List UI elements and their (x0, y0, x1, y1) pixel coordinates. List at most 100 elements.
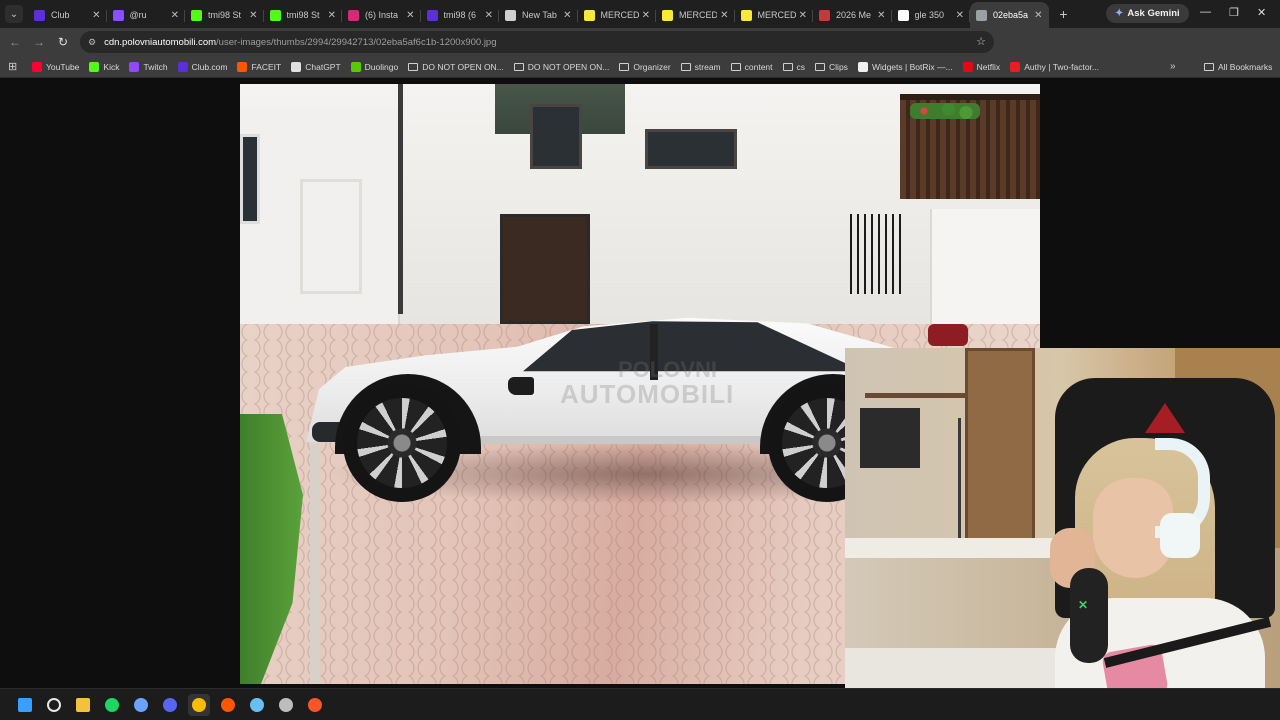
tab-favicon-icon (426, 9, 438, 21)
close-window-icon[interactable]: ✕ (1257, 6, 1266, 19)
tab-8[interactable]: MERCED ✕ (578, 2, 657, 28)
tab-title: 2026 Me (836, 10, 872, 20)
bookmark-label: Widgets | BotRix —... (871, 61, 953, 72)
faceit-icon[interactable] (217, 694, 239, 716)
tab-close-icon[interactable]: ✕ (563, 10, 571, 21)
bookmark-item[interactable]: Widgets | BotRix —... (857, 61, 953, 72)
window (530, 104, 582, 169)
discord-icon[interactable] (159, 694, 181, 716)
chrome-icon[interactable] (187, 693, 210, 716)
bookmark-item[interactable]: DO NOT OPEN ON... (408, 62, 504, 72)
tab-7[interactable]: New Tab ✕ (499, 2, 578, 28)
tab-5[interactable]: (6) Insta ✕ (342, 2, 421, 28)
browser-toolbar: ← → ↻ ⚙ cdn.polovniautomobili.com/user-i… (0, 28, 1280, 75)
tab-12[interactable]: gle 350 ✕ (892, 2, 971, 28)
brave-icon[interactable] (304, 694, 326, 716)
tab-6[interactable]: tmi98 (6 ✕ (421, 2, 500, 28)
folder-icon (513, 62, 524, 71)
apps-grid-icon[interactable]: ⊞ (8, 60, 22, 73)
all-bookmarks[interactable]: All Bookmarks (1204, 62, 1272, 72)
tab-10[interactable]: MERCED ✕ (735, 2, 814, 28)
bookmark-label: Authy | Two-factor... (1024, 61, 1099, 72)
tab-search-button[interactable]: ⌄ (5, 5, 23, 23)
bookmark-item[interactable]: Netflix (962, 61, 1000, 72)
tab-close-icon[interactable]: ✕ (642, 10, 650, 21)
bookmark-item[interactable]: Duolingo (350, 61, 398, 72)
spotify-icon[interactable] (101, 694, 123, 716)
new-tab-button[interactable]: + (1053, 6, 1075, 22)
tab-favicon-icon (348, 9, 359, 21)
bookmarks-overflow-icon[interactable]: » (1170, 61, 1176, 72)
tab-close-icon[interactable]: ✕ (249, 10, 257, 21)
app-icon-2[interactable] (275, 694, 297, 716)
tab-title: MERCED (757, 10, 796, 20)
bookmark-item[interactable]: Authy | Two-factor... (1010, 61, 1099, 72)
chrome-icon-glyph (191, 697, 206, 712)
tab-close-icon[interactable]: ✕ (406, 10, 414, 21)
house-tower (240, 109, 400, 334)
tab-close-icon[interactable]: ✕ (877, 10, 885, 21)
tab-favicon-icon (819, 9, 830, 21)
windows-start-icon[interactable] (14, 694, 36, 716)
tab-13[interactable]: 02eba5a ✕ (970, 2, 1049, 28)
folder-icon (815, 62, 826, 71)
bookmark-item[interactable]: Club.com (177, 61, 227, 72)
tab-2[interactable]: @ru ✕ (107, 2, 186, 28)
bookmark-item[interactable]: Clips (815, 62, 848, 72)
minimize-icon[interactable]: — (1200, 6, 1211, 18)
tab-close-icon[interactable]: ✕ (92, 10, 100, 21)
tab-title: tmi98 (6 (443, 10, 477, 20)
folder-icon (408, 62, 419, 71)
app-icon[interactable] (130, 694, 152, 716)
address-bar[interactable]: ⚙ cdn.polovniautomobili.com/user-images/… (80, 31, 994, 53)
reload-icon[interactable]: ↻ (51, 35, 75, 49)
bookmark-item[interactable]: Organizer (619, 62, 671, 72)
url-host: cdn.polovniautomobili.com (104, 36, 217, 48)
bookmark-item[interactable]: ChatGPT (291, 61, 341, 72)
tab-close-icon[interactable]: ✕ (956, 10, 964, 21)
bookmark-item[interactable]: cs (782, 62, 805, 72)
front-wheel (343, 384, 461, 502)
tab-title: @ru (129, 10, 147, 20)
drain-pipe (398, 84, 403, 314)
back-icon[interactable]: ← (3, 35, 27, 49)
site-info-icon[interactable]: ⚙ (88, 37, 96, 48)
tab-close-icon[interactable]: ✕ (720, 10, 728, 21)
bookmark-item[interactable]: stream (680, 62, 721, 72)
file-explorer-icon-glyph (75, 697, 90, 712)
bookmark-item[interactable]: DO NOT OPEN ON... (513, 62, 609, 72)
bookmark-favicon-icon (32, 61, 42, 72)
ask-gemini-button[interactable]: ✦ Ask Gemini (1106, 4, 1189, 23)
discord-icon-glyph (162, 697, 177, 712)
tab-title: tmi98 St (208, 10, 242, 20)
bookmark-item[interactable]: content (730, 62, 773, 72)
bookmark-favicon-icon (291, 61, 302, 72)
maximize-icon[interactable]: ❐ (1229, 6, 1239, 19)
tab-4[interactable]: tmi98 St ✕ (264, 2, 343, 28)
tab-close-icon[interactable]: ✕ (171, 10, 179, 21)
bookmark-item[interactable]: YouTube (32, 61, 79, 72)
forward-icon[interactable]: → (27, 35, 51, 49)
search-icon[interactable] (43, 694, 65, 716)
tab-11[interactable]: 2026 Me ✕ (813, 2, 892, 28)
all-bookmarks-label: All Bookmarks (1218, 61, 1273, 72)
tab-favicon-icon (112, 9, 124, 21)
bookmark-item[interactable]: Twitch (129, 61, 168, 72)
tab-3[interactable]: tmi98 St ✕ (185, 2, 264, 28)
streamer: ✕ (1015, 428, 1272, 688)
file-explorer-icon[interactable] (72, 694, 94, 716)
url-path: /user-images/thumbs/2994/29942713/02eba5… (216, 36, 497, 48)
bookmark-item[interactable]: Kick (89, 61, 119, 72)
steam-icon[interactable] (246, 694, 268, 716)
tab-1[interactable]: Club ✕ (28, 2, 107, 28)
door-sill (475, 436, 765, 444)
spotify-icon-glyph (104, 697, 119, 712)
bookmark-label: Twitch (143, 61, 168, 72)
bookmark-item[interactable]: FACEIT (237, 61, 281, 72)
tab-close-icon[interactable]: ✕ (799, 10, 807, 21)
tab-close-icon[interactable]: ✕ (328, 10, 336, 21)
tab-9[interactable]: MERCED ✕ (656, 2, 735, 28)
bookmark-star-icon[interactable]: ☆ (976, 35, 986, 48)
tab-close-icon[interactable]: ✕ (485, 10, 493, 21)
tab-close-icon[interactable]: ✕ (1034, 10, 1042, 21)
